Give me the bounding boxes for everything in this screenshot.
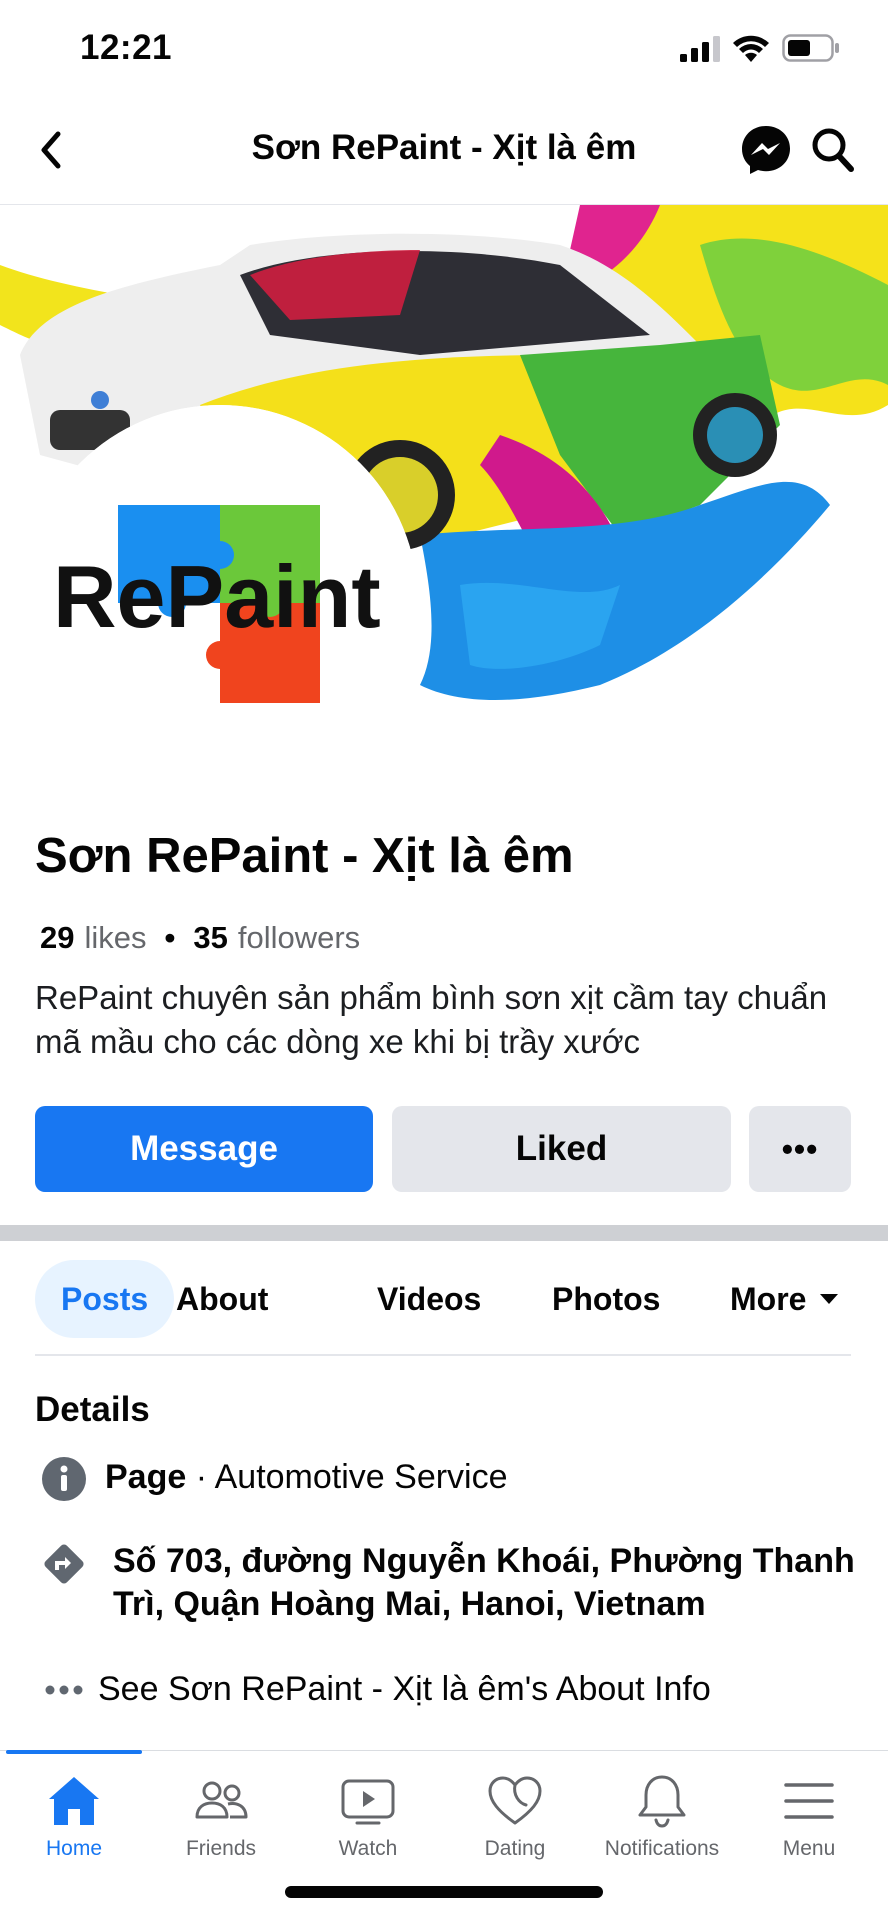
status-time: 12:21 (80, 28, 173, 67)
tab-posts-label: Posts (61, 1280, 149, 1317)
page-bio: RePaint chuyên sản phẩm bình sơn xịt cầm… (35, 979, 828, 1060)
caret-down-icon (820, 1294, 839, 1304)
ellipsis-icon (45, 1685, 83, 1694)
liked-button-label: Liked (515, 1129, 608, 1168)
home-icon (49, 1777, 99, 1825)
detail-separator: · (186, 1458, 215, 1496)
svg-text:RePaint: RePaint (53, 547, 381, 646)
followers-label[interactable]: followers (238, 920, 360, 956)
battery-icon (782, 34, 839, 62)
nav-notifications[interactable]: Notifications (588, 1773, 736, 1873)
nav-menu-label: Menu (782, 1837, 836, 1860)
friends-icon (195, 1781, 248, 1819)
directions-icon (44, 1544, 84, 1584)
detail-address[interactable]: Số 703, đường Nguyễn Khoái, Phường Thanh… (35, 1540, 865, 1626)
messenger-icon (742, 126, 790, 174)
nav-dating-label: Dating (484, 1837, 546, 1860)
menu-icon (784, 1783, 834, 1819)
section-divider (0, 1225, 888, 1241)
profile-tabs: Posts About Videos Photos More (35, 1260, 851, 1338)
followers-count: 35 (193, 920, 228, 955)
active-tab-indicator (6, 1750, 142, 1754)
nav-menu[interactable]: Menu (735, 1773, 883, 1873)
nav-friends-label: Friends (185, 1837, 257, 1860)
detail-category: Page · Automotive Service (35, 1456, 865, 1502)
cellular-signal-icon (680, 36, 720, 62)
tabs-divider (35, 1354, 851, 1356)
tab-about[interactable]: About (176, 1260, 268, 1338)
likes-count: 29 (40, 920, 75, 955)
page-stats: 29 likes • 35 followers (40, 920, 360, 956)
home-indicator (285, 1886, 603, 1898)
watch-icon (341, 1779, 395, 1825)
tab-photos-label: Photos (552, 1280, 661, 1317)
search-icon (812, 128, 854, 172)
tab-videos[interactable]: Videos (377, 1260, 481, 1338)
about-info-link[interactable]: See Sơn RePaint - Xịt là êm's About Info (35, 1668, 865, 1711)
nav-watch-label: Watch (338, 1837, 398, 1860)
status-bar: 12:21 (0, 0, 888, 100)
detail-category-text: Automotive Service (214, 1458, 508, 1496)
more-options-label: ••• (781, 1130, 819, 1167)
nav-home[interactable]: Home (0, 1773, 148, 1873)
messenger-button[interactable] (740, 124, 792, 176)
detail-page-type: Page (105, 1458, 187, 1496)
nav-friends[interactable]: Friends (147, 1773, 295, 1873)
nav-watch[interactable]: Watch (294, 1773, 442, 1873)
stats-separator: • (164, 920, 176, 955)
likes-label[interactable]: likes (84, 920, 146, 956)
bell-icon (638, 1775, 686, 1828)
tab-more[interactable]: More (730, 1260, 840, 1338)
wifi-icon (733, 35, 769, 62)
tab-posts[interactable]: Posts (35, 1260, 175, 1338)
about-info-text: See Sơn RePaint - Xịt là êm's About Info (98, 1670, 711, 1708)
message-button-label: Message (130, 1129, 278, 1168)
nav-home-label: Home (45, 1837, 103, 1860)
details-heading: Details (35, 1390, 150, 1429)
more-options-button[interactable]: ••• (749, 1106, 851, 1192)
address-text: Số 703, đường Nguyễn Khoái, Phường Thanh… (113, 1542, 855, 1623)
liked-button[interactable]: Liked (392, 1106, 731, 1192)
tab-about-label: About (176, 1280, 269, 1317)
tab-videos-label: Videos (377, 1280, 482, 1317)
message-button[interactable]: Message (35, 1106, 373, 1192)
profile-picture[interactable]: RePaint (22, 405, 418, 801)
nav-notifications-label: Notifications (604, 1837, 720, 1860)
tab-more-label: More (730, 1280, 807, 1317)
search-button[interactable] (810, 126, 856, 174)
page-name: Sơn RePaint - Xịt là êm (35, 829, 574, 883)
nav-dating[interactable]: Dating (441, 1773, 589, 1873)
page-header: Sơn RePaint - Xịt là êm (0, 100, 888, 205)
dating-icon (488, 1776, 542, 1825)
info-icon (42, 1457, 86, 1501)
repaint-logo: RePaint (22, 405, 418, 801)
tab-photos[interactable]: Photos (552, 1260, 660, 1338)
